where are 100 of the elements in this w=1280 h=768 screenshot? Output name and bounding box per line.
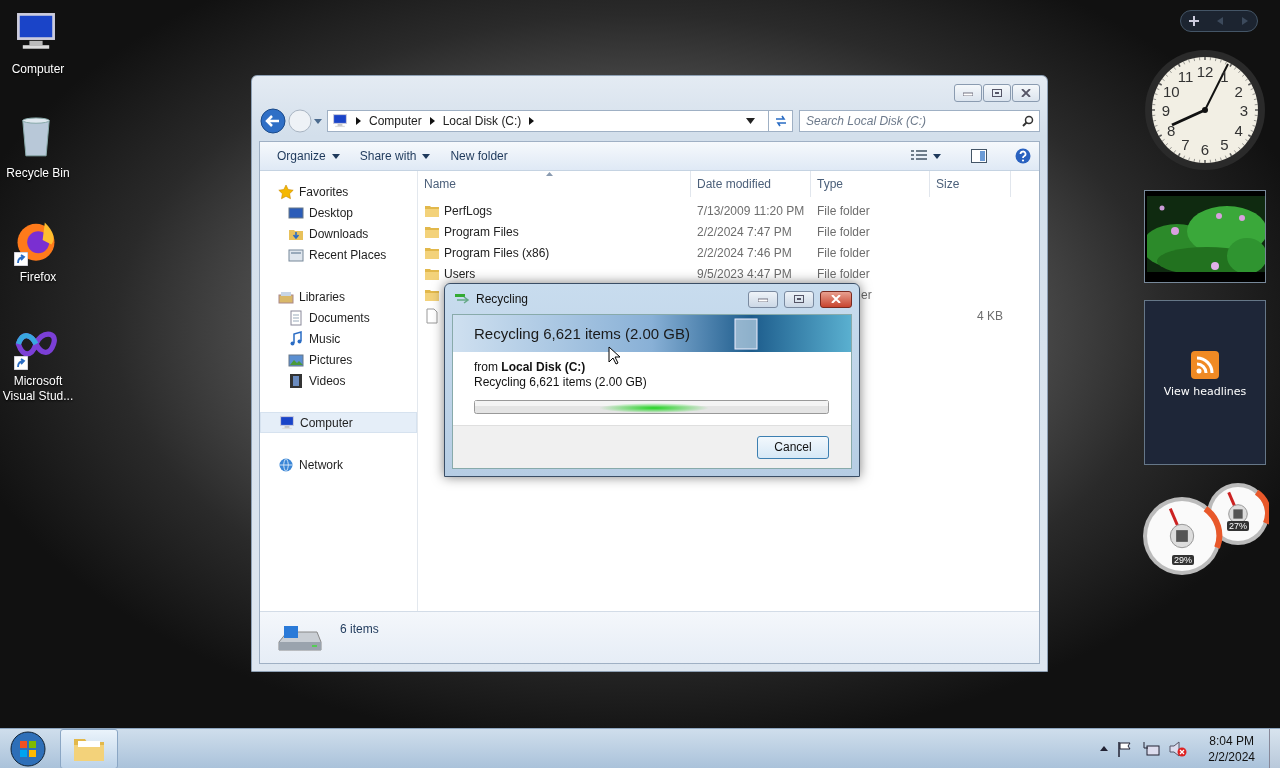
nav-item[interactable]: Computer (260, 412, 417, 433)
cancel-button[interactable]: Cancel (757, 435, 829, 459)
clock-date: 2/2/2024 (1208, 748, 1255, 765)
close-button[interactable] (1012, 84, 1040, 102)
nav-item[interactable]: Videos (260, 370, 417, 391)
clock-numeral: 9 (1160, 101, 1172, 119)
clock-numeral: 10 (1161, 82, 1181, 99)
close-icon (831, 295, 841, 303)
toolbar-button[interactable]: Organize (270, 146, 347, 166)
search-field[interactable]: Search Local Disk (C:) (799, 110, 1040, 132)
memory-percentage: 27% (1227, 521, 1249, 531)
breadcrumb-arrow-icon (428, 117, 436, 125)
breadcrumb-arrow-icon (355, 117, 362, 125)
computer-icon (279, 414, 295, 431)
refresh-button[interactable] (769, 110, 793, 132)
dialog-heading: Recycling 6,621 items (2.00 GB) (474, 325, 690, 342)
taskbar-clock[interactable]: 8:04 PM 2/2/2024 (1208, 732, 1255, 765)
restore-icon (992, 89, 1002, 97)
close-icon (1021, 89, 1031, 97)
restore-icon (794, 295, 804, 303)
nav-item[interactable]: Music (260, 328, 417, 349)
clock-numeral: 6 (1199, 140, 1211, 158)
toolbar-button[interactable]: Share with (352, 146, 438, 166)
clock-numeral: 2 (1233, 82, 1244, 99)
nav-item[interactable]: Documents (260, 307, 417, 328)
clock-numeral: 3 (1238, 101, 1250, 119)
muted-speaker-icon[interactable] (1169, 740, 1188, 757)
toolbar-button[interactable]: New folder (443, 146, 515, 166)
network-icon[interactable] (1142, 740, 1161, 757)
start-button-icon[interactable] (10, 730, 46, 767)
clock-numeral: 11 (1176, 67, 1195, 85)
show-hidden-icons-icon[interactable] (1100, 746, 1109, 751)
icon-label[interactable]: Firefox (1, 270, 75, 285)
file-type: File folder (817, 224, 870, 239)
minimize-button[interactable] (748, 290, 778, 308)
maximize-button[interactable] (983, 84, 1011, 102)
clock-numeral: 4 (1233, 121, 1244, 138)
nav-item[interactable]: Recent Places (260, 244, 417, 265)
flag-icon[interactable] (1117, 740, 1134, 757)
file-name: Program Files (444, 224, 519, 239)
clock-numeral: 7 (1180, 135, 1191, 153)
file-icon (424, 307, 440, 324)
nav-item[interactable]: Downloads (260, 223, 417, 244)
dropdown-arrow-icon[interactable] (746, 118, 755, 124)
file-name: Program Files (x86) (444, 245, 550, 260)
clock-numeral: 5 (1219, 135, 1230, 153)
file-name: Users (444, 266, 476, 281)
nav-item[interactable]: Pictures (260, 349, 417, 370)
network-icon (278, 456, 294, 473)
address-bar[interactable]: Computer Local Disk (C:) (327, 110, 769, 132)
file-type: File folder (817, 203, 870, 218)
file-size: 4 KB (977, 308, 1003, 323)
maximize-button[interactable] (784, 290, 814, 308)
clock-numeral: 8 (1166, 121, 1177, 138)
help-icon[interactable] (1015, 148, 1031, 164)
history-dropdown-icon[interactable] (313, 117, 323, 125)
nav-item[interactable]: Desktop (260, 202, 417, 223)
nav-item[interactable]: Libraries (260, 286, 417, 307)
clock-face-icon (1143, 48, 1267, 172)
breadcrumb[interactable]: Local Disk (C:) (442, 114, 522, 128)
preview-pane-icon[interactable] (971, 149, 987, 163)
breadcrumb[interactable]: Computer (369, 114, 422, 128)
recent-places-icon (288, 246, 304, 263)
clock-time: 8:04 PM (1209, 732, 1254, 749)
documents-icon (288, 309, 304, 326)
view-options-icon[interactable] (911, 150, 927, 162)
close-button[interactable] (820, 290, 852, 308)
date-modified: 2/2/2024 7:47 PM (697, 224, 792, 239)
music-note-icon (288, 330, 304, 347)
back-button-icon[interactable] (259, 108, 287, 134)
date-modified: 2/2/2024 7:46 PM (697, 245, 792, 260)
desktop-icon (288, 204, 304, 221)
file-type: File folder (817, 245, 870, 260)
glass-pane-icon (734, 318, 758, 350)
breadcrumb-arrow-icon (528, 117, 536, 125)
file-type: er (861, 287, 872, 302)
source-label: from Local Disk (C:) (474, 360, 587, 375)
caret-icon[interactable] (933, 153, 941, 159)
recycle-icon (454, 292, 470, 306)
nav-item[interactable]: Favorites (260, 181, 417, 202)
pictures-icon (288, 351, 304, 368)
rss-feed-icon (1191, 351, 1219, 379)
film-icon (288, 372, 304, 389)
mouse-cursor-icon (608, 346, 620, 365)
icon-label[interactable]: Computer (1, 62, 75, 77)
clock-numeral: 12 (1195, 62, 1215, 80)
file-name: PerfLogs (444, 203, 493, 218)
computer-icon (332, 113, 348, 129)
date-modified: 9/5/2023 4:47 PM (697, 266, 792, 281)
feed-link[interactable]: View headlines (1163, 385, 1247, 398)
dialog-title: Recycling (476, 292, 530, 306)
progress-detail: Recycling 6,621 items (2.00 GB) (474, 375, 648, 390)
icon-label[interactable]: Microsoft Visual Stud... (1, 374, 75, 404)
icon-label[interactable]: Recycle Bin (1, 166, 75, 181)
cpu-percentage: 29% (1172, 555, 1194, 565)
sort-arrow-icon (546, 172, 553, 176)
date-modified: 7/13/2009 11:20 PM (697, 203, 805, 218)
add-gadget-icon[interactable] (1189, 16, 1200, 26)
show-desktop-button[interactable] (1269, 728, 1280, 768)
nav-item[interactable]: Network (260, 454, 417, 475)
